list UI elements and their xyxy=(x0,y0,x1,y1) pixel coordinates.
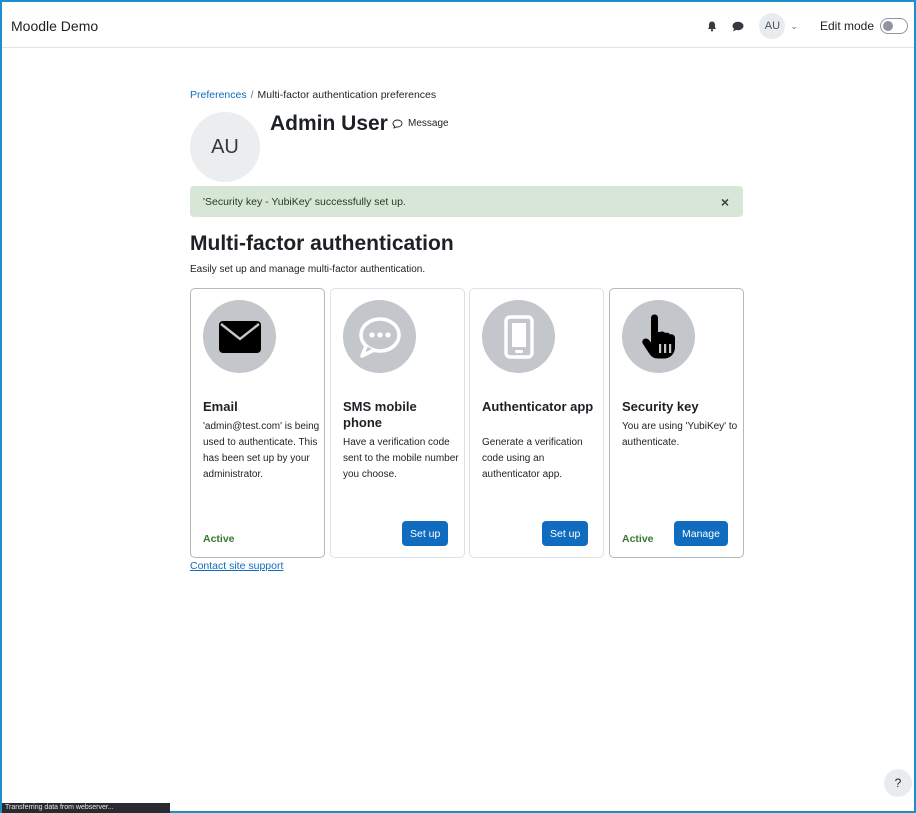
alert-message: 'Security key - YubiKey' successfully se… xyxy=(203,196,406,208)
browser-status-bar: Transferring data from webserver... xyxy=(2,803,170,813)
factor-card-security-key: Security key You are using 'YubiKey' to … xyxy=(609,288,744,558)
factor-description: 'admin@test.com' is being used to authen… xyxy=(203,421,320,480)
contact-site-support-link[interactable]: Contact site support xyxy=(190,560,283,572)
factor-title: Email xyxy=(203,399,238,414)
success-alert: 'Security key - YubiKey' successfully se… xyxy=(190,186,743,217)
chevron-down-icon[interactable]: ⌄ xyxy=(790,21,798,32)
breadcrumb-preferences-link[interactable]: Preferences xyxy=(190,89,247,101)
close-icon[interactable]: × xyxy=(721,194,729,210)
edit-mode-label: Edit mode xyxy=(819,19,874,33)
help-button[interactable]: ? xyxy=(884,769,912,797)
factor-card-email: Email 'admin@test.com' is being used to … xyxy=(190,288,325,558)
factor-title: Authenticator app xyxy=(482,399,594,414)
factor-title: Security key xyxy=(622,399,699,414)
phone-icon xyxy=(482,300,555,373)
pointing-hand-icon xyxy=(622,300,695,373)
user-menu-avatar[interactable]: AU xyxy=(759,13,786,39)
factor-description: Have a verification code sent to the mob… xyxy=(343,437,459,480)
factor-status: Active xyxy=(622,533,654,545)
factor-title: SMS mobile phone xyxy=(343,399,417,430)
message-label: Message xyxy=(408,118,449,129)
bell-icon[interactable] xyxy=(701,15,723,37)
envelope-icon xyxy=(203,300,276,373)
breadcrumb-current: Multi-factor authentication preferences xyxy=(257,89,437,101)
chat-icon xyxy=(343,300,416,373)
breadcrumb-separator: / xyxy=(250,89,254,101)
sms-setup-button[interactable]: Set up xyxy=(402,521,449,546)
site-brand[interactable]: Moodle Demo xyxy=(11,18,98,34)
message-icon xyxy=(392,119,403,129)
page-title: Multi-factor authentication xyxy=(190,232,454,255)
navbar-actions: AU ⌄ Edit mode xyxy=(697,12,908,40)
factor-card-authenticator: Authenticator app Generate a verificatio… xyxy=(469,288,604,558)
factor-card-sms: SMS mobile phone Have a verification cod… xyxy=(330,288,465,558)
page-description: Easily set up and manage multi-factor au… xyxy=(190,264,426,275)
breadcrumb: Preferences / Multi-factor authentication … xyxy=(190,89,436,101)
user-avatar: AU xyxy=(190,112,260,182)
top-navbar: Moodle Demo AU ⌄ Edit mode xyxy=(2,2,914,48)
message-button[interactable]: Message xyxy=(392,118,449,129)
factor-status: Active xyxy=(203,533,235,545)
security-key-manage-button[interactable]: Manage xyxy=(674,521,728,546)
factor-description: You are using 'YubiKey' to authenticate. xyxy=(622,421,738,448)
factor-description: Generate a verification code using an au… xyxy=(482,437,583,480)
chat-bubble-icon[interactable] xyxy=(727,15,749,37)
edit-mode-toggle[interactable] xyxy=(880,18,908,34)
authenticator-setup-button[interactable]: Set up xyxy=(542,521,589,546)
user-name: Admin User xyxy=(270,112,388,135)
